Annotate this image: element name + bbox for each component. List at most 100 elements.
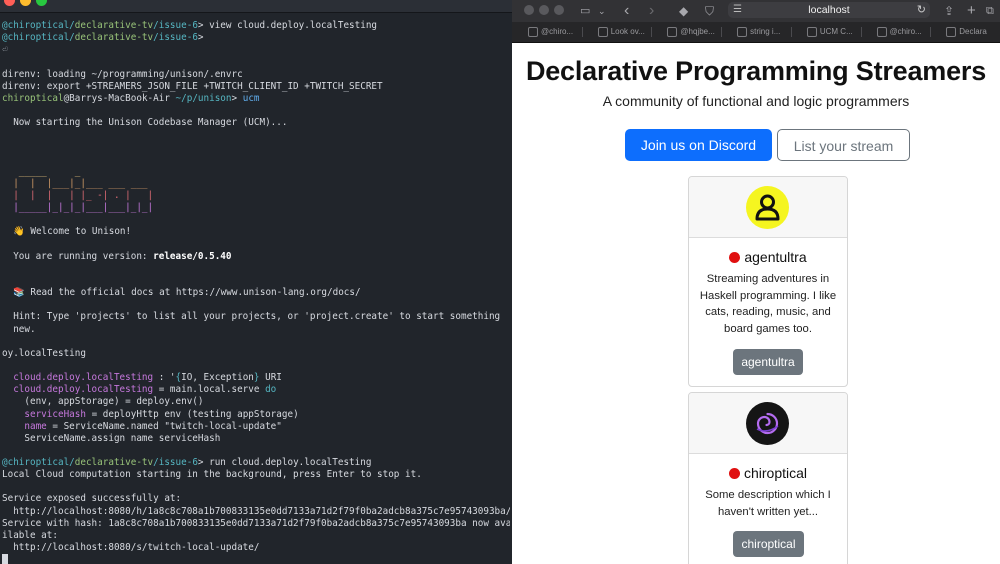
terminal-text: = main.local.serve — [153, 384, 266, 396]
terminal-text: = deployHttp env (testing appStorage) — [85, 408, 299, 420]
browser-tab[interactable]: Declara — [946, 25, 996, 39]
tab-label: string i... — [750, 27, 781, 36]
tab-bar: @chiro... Look ov... @hqjbe... string i... U… — [512, 22, 1000, 43]
streamer-description: Streaming adventures in Haskell programm… — [699, 273, 837, 335]
streamer-name: agentultra — [689, 249, 847, 265]
privacy-shield-icon[interactable]: ⛉ — [705, 1, 714, 21]
chevron-down-icon[interactable]: ⌄ — [598, 1, 606, 21]
tab-favicon-icon — [597, 26, 608, 37]
new-tab-icon[interactable]: + — [967, 1, 976, 21]
terminal-text: > run cloud.deploy.localTesting — [197, 457, 372, 469]
terminal-text: @Barrys-MacBook-Air — [63, 92, 176, 104]
terminal-line: | | |___|_|___ ___ ___ — [2, 178, 510, 190]
share-icon[interactable]: ⇪ — [944, 1, 954, 21]
tab-label: Look ov... — [610, 27, 645, 36]
streamer-name: chiroptical — [689, 465, 847, 481]
terminal-text: declarative-tv — [74, 457, 154, 469]
streamer-link-button[interactable]: agentultra — [733, 349, 803, 375]
terminal-text: oy.localTesting — [2, 347, 86, 359]
terminal-text: Service with hash: 1a8c8c708a1b700833135… — [2, 517, 510, 529]
forward-icon[interactable]: › — [649, 1, 654, 21]
terminal-text: (env, appStorage) = deploy.env() — [2, 396, 204, 408]
tab-separator — [790, 27, 792, 37]
browser-tab[interactable]: string i... — [737, 25, 787, 39]
terminal-line: Service with hash: 1a8c8c708a1b700833135… — [2, 518, 510, 530]
tab-overview-icon[interactable]: ⧉ — [986, 1, 994, 21]
card-header — [689, 177, 847, 238]
browser-tab[interactable]: Look ov... — [597, 25, 648, 39]
terminal-window[interactable]: @chiroptical/declarative-tv/issue-6> vie… — [0, 0, 512, 564]
tab-separator — [930, 27, 932, 37]
terminal-text: @chiroptical/ — [2, 32, 75, 44]
terminal-text: direnv: loading ~/programming/unison/.en… — [2, 68, 243, 80]
streamer-link-button[interactable]: chiroptical — [733, 531, 804, 557]
address-text[interactable]: localhost — [728, 2, 930, 18]
browser-toolbar: ▭ ⌄ ‹ › ◆ ⛉ ☰ localhost ↻ ⇪ + ⧉ — [512, 0, 1000, 22]
tab-favicon-icon — [876, 26, 887, 37]
sidebar-toggle-icon[interactable]: ▭ — [580, 1, 590, 21]
zoom-window-icon[interactable] — [36, 0, 47, 6]
live-indicator-icon — [728, 468, 740, 479]
terminal-text: release/0.5.40 — [153, 250, 232, 262]
terminal-text: cloud.deploy.localTesting — [2, 384, 154, 396]
terminal-titlebar — [0, 0, 512, 13]
tab-label: @chiro... — [541, 27, 574, 36]
terminal-text: cloud.deploy.localTesting — [2, 372, 154, 384]
minimize-window-icon[interactable] — [539, 5, 549, 15]
terminal-line: Service exposed successfully at: — [2, 493, 510, 505]
terminal-line: chiroptical@Barrys-MacBook-Air ~/p/uniso… — [2, 93, 510, 105]
browser-tab[interactable]: @hqjbe... — [667, 25, 717, 39]
terminal-text: @chiroptical/ — [2, 457, 75, 469]
terminal-text: Service exposed successfully at: — [2, 493, 182, 505]
terminal-text: ~/p/unison — [175, 92, 232, 104]
terminal-line: You are running version: release/0.5.40 — [2, 251, 510, 263]
terminal-prompt-line[interactable] — [2, 554, 510, 564]
terminal-line: cloud.deploy.localTesting = main.local.s… — [2, 384, 510, 396]
terminal-text: ilable at: — [2, 529, 58, 541]
spiral-logo-avatar — [746, 402, 789, 445]
minimize-window-icon[interactable] — [20, 0, 31, 6]
zoom-window-icon[interactable] — [554, 5, 564, 15]
reload-icon[interactable]: ↻ — [917, 2, 926, 18]
address-bar[interactable]: ☰ localhost ↻ — [728, 2, 930, 18]
terminal-line: ⏎ — [2, 44, 510, 56]
close-window-icon[interactable] — [524, 5, 534, 15]
tab-favicon-icon — [667, 26, 678, 37]
terminal-text: URI — [259, 372, 282, 384]
streamer-card: agentultra Streaming adventures in Haske… — [688, 176, 848, 387]
back-icon[interactable]: ‹ — [624, 1, 629, 21]
terminal-text: _____ _ — [2, 165, 154, 177]
terminal-text: http://localhost:8080/s/twitch-local-upd… — [2, 542, 260, 554]
browser-tab[interactable]: UCM C... — [806, 25, 857, 39]
terminal-line: ServiceName.assign name serviceHash — [2, 433, 510, 445]
terminal-line: oy.localTesting — [2, 348, 510, 360]
browser-tab[interactable]: @chiro... — [528, 25, 578, 39]
join-discord-button[interactable]: Join us on Discord — [625, 129, 772, 161]
terminal-text: http://localhost:8080/h/1a8c8c708a1b7008… — [2, 505, 510, 517]
person-avatar-icon — [746, 186, 789, 229]
terminal-text: ServiceName.assign name serviceHash — [2, 432, 221, 444]
terminal-text: new. — [2, 323, 36, 335]
list-stream-button[interactable]: List your stream — [777, 129, 910, 161]
terminal-text: |_____|_|_|_|___|___|_|_| — [2, 202, 154, 214]
tab-label: Declara — [959, 27, 987, 36]
extension-icon[interactable]: ◆ — [679, 1, 688, 21]
tab-favicon-icon — [737, 26, 748, 37]
terminal-text: direnv: export +STREAMERS_JSON_FILE +TWI… — [2, 80, 383, 92]
terminal-text: 👋 Welcome to Unison! — [2, 226, 132, 238]
terminal-text: IO, Exception — [181, 372, 254, 384]
terminal-text: @chiroptical/ — [2, 20, 75, 31]
terminal-text: Hint: Type 'projects' to list all your p… — [2, 311, 501, 323]
tab-label: UCM C... — [819, 27, 853, 36]
close-window-icon[interactable] — [4, 0, 15, 6]
terminal-text: /issue-6 — [153, 457, 198, 469]
browser-tab[interactable]: @chiro... — [876, 25, 927, 39]
terminal-line: Local Cloud computation starting in the … — [2, 469, 510, 481]
